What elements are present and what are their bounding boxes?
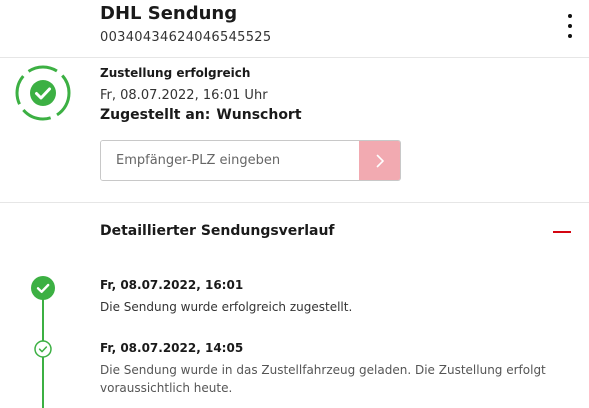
minus-bar (553, 231, 571, 233)
delivery-status-section: Zustellung erfolgreich Fr, 08.07.2022, 1… (0, 58, 589, 203)
plz-form (100, 140, 401, 181)
history-header[interactable]: Detaillierter Sendungsverlauf (0, 203, 589, 259)
event-text: Die Sendung wurde erfolgreich zugestellt… (100, 300, 353, 314)
status-label: Zustellung erfolgreich (100, 66, 251, 80)
delivered-to-label: Zugestellt an: (100, 107, 211, 123)
plz-input[interactable] (101, 141, 360, 180)
status-datetime: Fr, 08.07.2022, 16:01 Uhr (100, 88, 268, 103)
chevron-right-icon (376, 154, 384, 167)
event-date: Fr, 08.07.2022, 14:05 (100, 341, 244, 355)
delivered-to: Zugestellt an: Wunschort (100, 107, 302, 123)
delivered-to-value: Wunschort (216, 107, 302, 123)
menu-dot (568, 34, 572, 38)
check-circle-filled-icon (31, 276, 55, 300)
menu-dot (568, 24, 572, 28)
plz-submit-button[interactable] (359, 141, 400, 180)
event-text: Die Sendung wurde in das Zustellfahrzeug… (100, 363, 546, 395)
shipment-header: DHL Sendung 00340434624046545525 (0, 0, 589, 58)
tracking-number: 00340434624046545525 (100, 30, 272, 45)
check-circle-outline-icon (34, 340, 52, 358)
event-date: Fr, 08.07.2022, 16:01 (100, 278, 244, 292)
minus-icon[interactable] (552, 225, 572, 239)
shipment-title: DHL Sendung (100, 3, 238, 24)
more-vertical-icon[interactable] (562, 14, 578, 38)
history-title: Detaillierter Sendungsverlauf (100, 223, 335, 239)
menu-dot (568, 14, 572, 18)
check-circle-icon (15, 65, 71, 121)
